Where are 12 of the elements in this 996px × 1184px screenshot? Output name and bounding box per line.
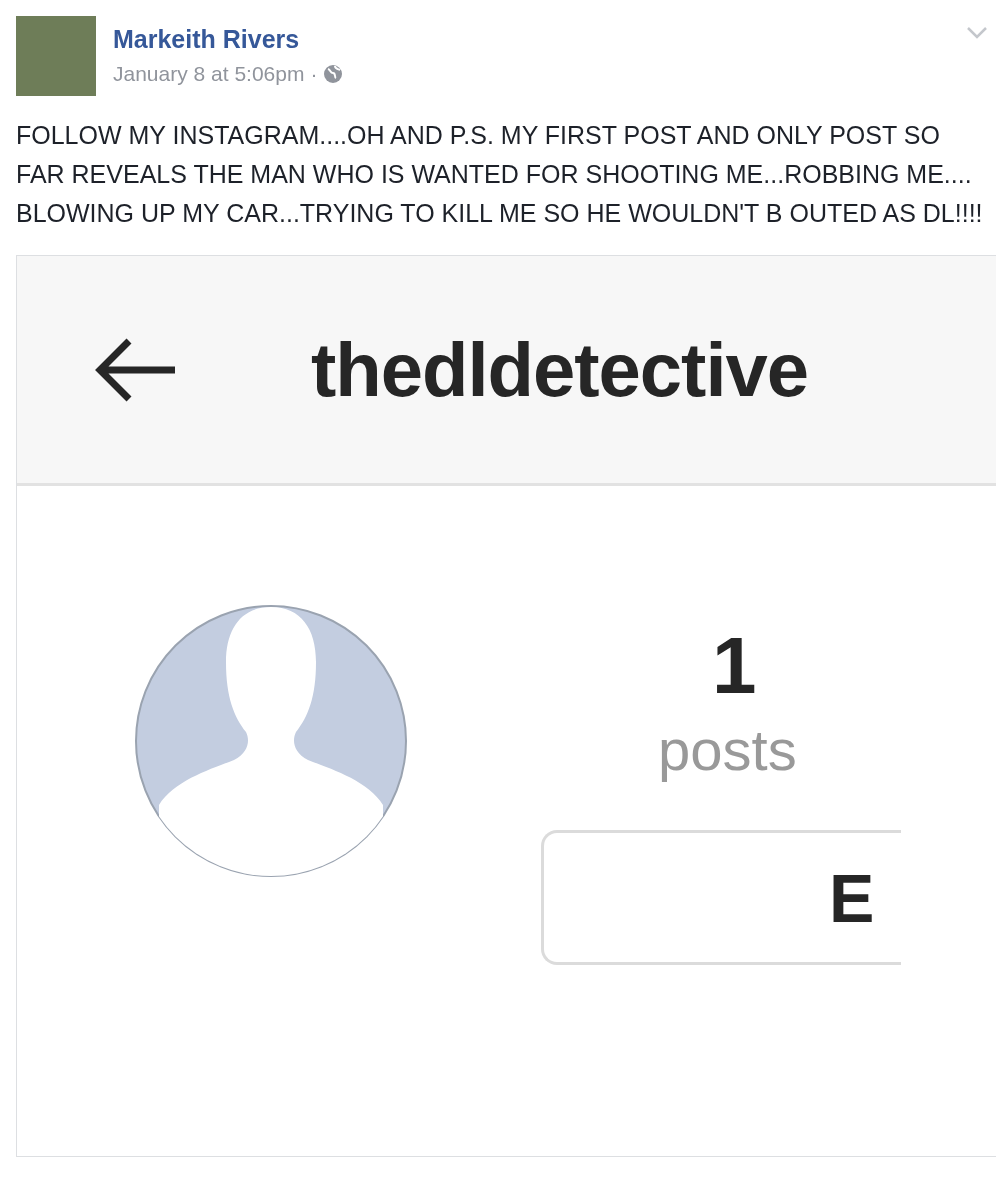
separator-dot: ·	[310, 62, 318, 86]
posts-count: 1	[712, 624, 757, 708]
profile-silhouette-icon	[134, 604, 408, 878]
posts-label: posts	[658, 718, 797, 782]
author-name-link[interactable]: Markeith Rivers	[113, 24, 966, 54]
photo-placeholder[interactable]	[16, 16, 96, 96]
back-arrow-icon[interactable]	[95, 336, 177, 403]
globe-icon	[323, 64, 344, 84]
username-title: thedldetective	[311, 326, 809, 413]
post-text: FOLLOW MY INSTAGRAM....OH AND P.S. MY FIRST POST AND ONLY POST SO FAR REVEALS THE MAN WHO IS WANTED FOR SHOOTING ME...ROBBING ME.... BLOWING UP MY CAR...TRYING TO KILL ME SO HE WOULDN'T B OUTED AS DL!!!!	[16, 120, 984, 229]
profile-button[interactable]: E	[541, 830, 901, 965]
chevron-down-icon[interactable]	[966, 26, 988, 40]
